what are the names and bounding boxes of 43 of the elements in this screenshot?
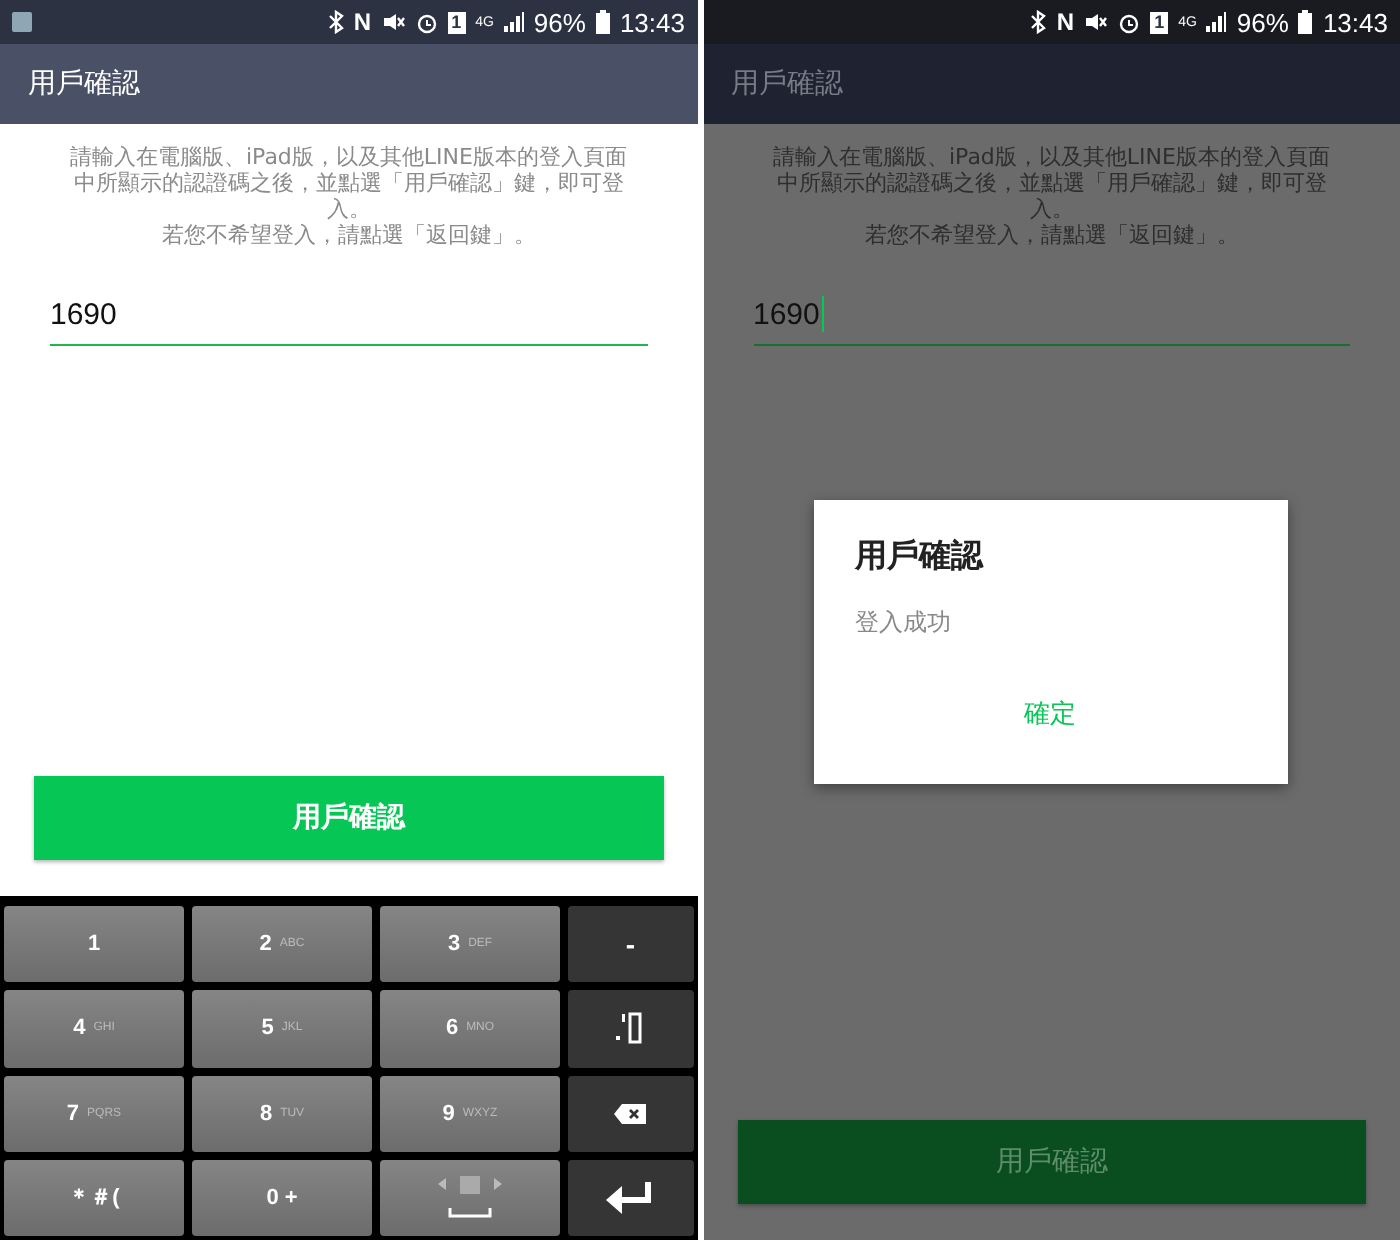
bluetooth-icon <box>1030 10 1047 34</box>
mute-icon <box>381 12 406 32</box>
punctuation-key[interactable] <box>568 990 693 1067</box>
sim-icon: 1 <box>447 11 466 33</box>
cursor-box-icon <box>616 1012 645 1045</box>
key[interactable]: 1 <box>4 906 184 983</box>
enter-key[interactable] <box>568 1159 693 1236</box>
clock: 13:43 <box>619 7 685 37</box>
instruction-text: 若您不希望登入，請點選「返回鍵」。 <box>159 222 538 248</box>
space-bar-icon <box>434 1173 506 1222</box>
nfc-icon: N <box>1056 8 1075 36</box>
enter-icon <box>604 1179 657 1216</box>
alarm-icon <box>1118 11 1141 33</box>
screen-title: 用戶確認 <box>28 66 140 102</box>
signal-icon <box>1206 12 1227 32</box>
battery-percentage: 96% <box>533 7 586 37</box>
code-field[interactable]: 1690 <box>753 284 1350 346</box>
instruction-text: 請輸入在電腦版、iPad版，以及其他LINE版本的登入頁面中所顯示的認證碼之後，並點選「用戶確認」鍵，即可登入。 <box>771 144 1332 222</box>
dialog-message: 登入成功 <box>855 606 953 640</box>
backspace-icon <box>614 1103 647 1124</box>
nfc-icon: N <box>353 8 372 36</box>
clock: 13:43 <box>1322 7 1388 37</box>
notification-icon <box>12 12 32 32</box>
dialog-title: 用戶確認 <box>855 536 986 578</box>
confirm-button[interactable]: 用戶確認 <box>34 776 663 860</box>
key[interactable]: 0 + <box>192 1159 372 1236</box>
code-field[interactable]: 1690 <box>50 284 647 346</box>
mute-icon <box>1084 12 1109 32</box>
sim-icon: 1 <box>1150 11 1169 33</box>
battery-icon <box>1298 10 1313 34</box>
instruction-text: 若您不希望登入，請點選「返回鍵」。 <box>862 222 1241 248</box>
bluetooth-icon <box>327 10 344 34</box>
backspace-key[interactable] <box>568 1075 693 1152</box>
confirm-button[interactable]: 用戶確認 <box>737 1120 1366 1204</box>
battery-percentage: 96% <box>1236 7 1289 37</box>
signal-icon <box>503 12 524 32</box>
battery-icon <box>595 10 610 34</box>
instruction-text: 請輸入在電腦版、iPad版，以及其他LINE版本的登入頁面中所顯示的認證碼之後，並點選「用戶確認」鍵，即可登入。 <box>68 144 629 222</box>
key[interactable]: - <box>568 906 693 983</box>
screen-title: 用戶確認 <box>731 66 843 102</box>
key[interactable]: ＊＃( <box>4 1159 184 1236</box>
ok-button[interactable]: 確定 <box>1008 688 1092 740</box>
alarm-icon <box>415 11 438 33</box>
